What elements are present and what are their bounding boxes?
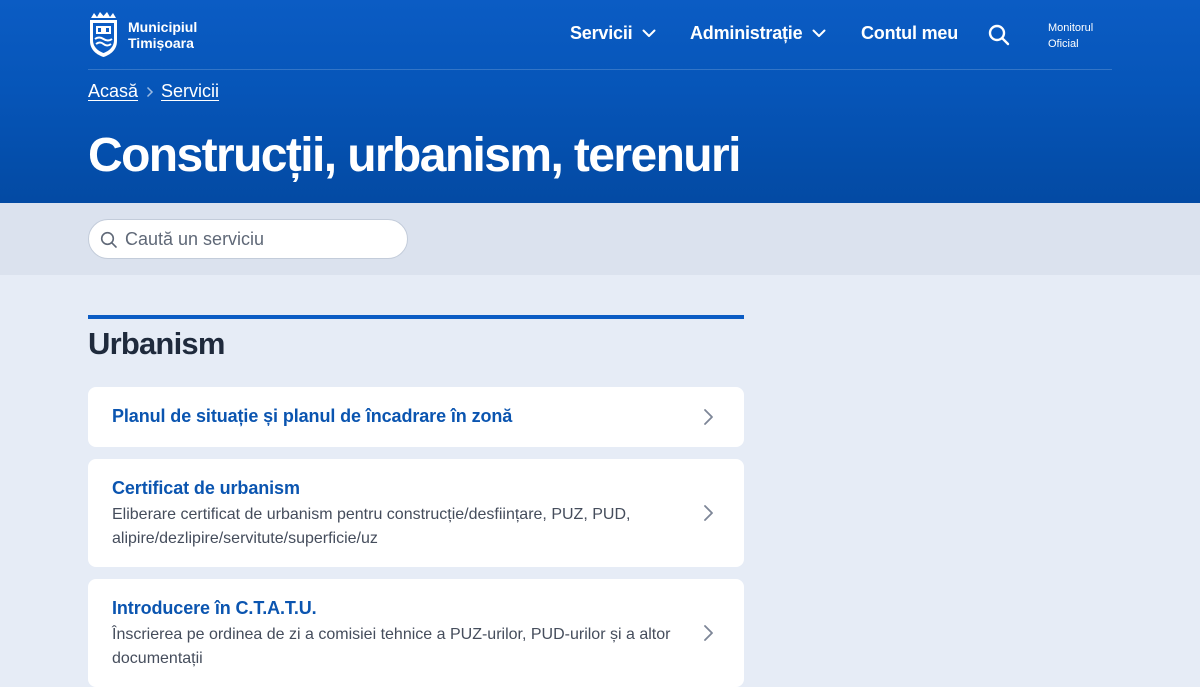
service-card-title: Introducere în C.T.A.T.U. xyxy=(112,598,317,618)
service-card-title: Planul de situație și planul de încadrar… xyxy=(112,406,513,426)
hero-header: Municipiul Timișoara Servicii Administra… xyxy=(0,0,1200,203)
breadcrumb-home[interactable]: Acasă xyxy=(88,81,138,102)
nav-servicii-label: Servicii xyxy=(570,23,633,43)
nav-servicii[interactable]: Servicii xyxy=(570,23,656,44)
site-logo[interactable]: Municipiul Timișoara xyxy=(88,11,197,58)
section-divider xyxy=(88,315,744,319)
service-card-description: Eliberare certificat de urbanism pentru … xyxy=(112,506,631,547)
service-card-introducere-ctatu[interactable]: Introducere în C.T.A.T.U. Înscrierea pe … xyxy=(88,579,744,687)
chevron-right-icon xyxy=(704,625,713,641)
top-navigation: Municipiul Timișoara Servicii Administra… xyxy=(88,0,1112,70)
service-card-plan-situatie[interactable]: Planul de situație și planul de încadrar… xyxy=(88,387,744,447)
monitorul-oficial-link[interactable]: Monitorul Oficial xyxy=(1048,20,1093,52)
search-icon[interactable] xyxy=(988,24,1010,46)
breadcrumb: Acasă Servicii xyxy=(88,81,219,102)
page-title: Construcții, urbanism, terenuri xyxy=(88,129,741,182)
service-card-certificat-urbanism[interactable]: Certificat de urbanism Eliberare certifi… xyxy=(88,459,744,567)
chevron-down-icon xyxy=(812,29,826,37)
nav-contul-meu[interactable]: Contul meu xyxy=(861,23,958,44)
city-crest-icon xyxy=(90,12,117,57)
breadcrumb-servicii[interactable]: Servicii xyxy=(161,81,219,102)
logo-text: Municipiul Timișoara xyxy=(128,19,197,51)
nav-contul-meu-label: Contul meu xyxy=(861,23,958,43)
service-search-box xyxy=(88,219,408,259)
chevron-right-icon xyxy=(147,86,154,97)
monitor-line-1: Monitorul xyxy=(1048,22,1094,34)
section-title: Urbanism xyxy=(88,326,225,361)
logo-line-1: Municipiul xyxy=(128,18,198,35)
service-card-description: Înscrierea pe ordinea de zi a comisiei t… xyxy=(112,626,671,667)
chevron-right-icon xyxy=(704,505,713,521)
nav-administratie-label: Administrație xyxy=(690,23,803,43)
search-band xyxy=(0,203,1200,275)
chevron-right-icon xyxy=(704,409,713,425)
monitor-line-2: Oficial xyxy=(1048,38,1079,50)
logo-line-2: Timișoara xyxy=(128,34,194,51)
nav-administratie[interactable]: Administrație xyxy=(690,23,826,44)
search-icon xyxy=(100,231,117,248)
chevron-down-icon xyxy=(642,29,656,37)
service-card-title: Certificat de urbanism xyxy=(112,478,300,498)
service-search-input[interactable] xyxy=(125,220,395,258)
